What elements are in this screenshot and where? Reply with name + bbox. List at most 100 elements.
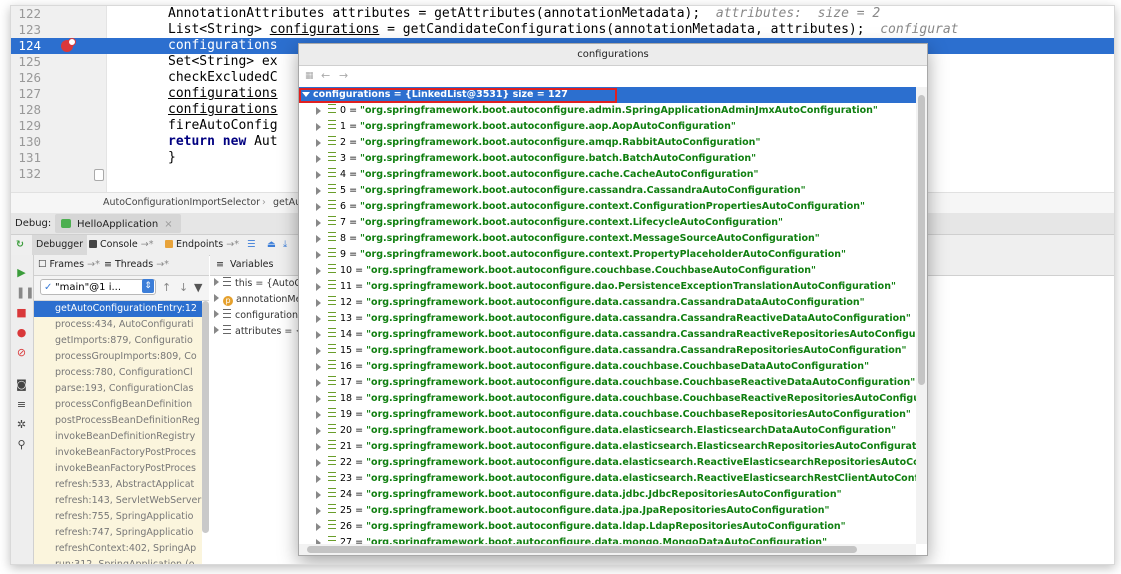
variable-row[interactable]: attributes = { (214, 324, 301, 340)
gear-icon[interactable]: ✲ (16, 419, 27, 430)
variable-row[interactable]: p annotationMe (214, 292, 301, 308)
resume-icon[interactable]: ▶ (16, 267, 27, 278)
expand-icon[interactable] (316, 315, 321, 323)
expand-icon[interactable] (316, 507, 321, 515)
tree-item-row[interactable]: 1 = "org.springframework.boot.autoconfig… (299, 119, 916, 135)
expand-icon[interactable] (316, 283, 321, 291)
stop-icon[interactable]: ■ (16, 307, 27, 318)
expand-icon[interactable] (316, 299, 321, 307)
stack-frame-item[interactable]: parse:193, ConfigurationClas (34, 381, 202, 397)
stack-frame-item[interactable]: process:780, ConfigurationCl (34, 365, 202, 381)
stack-frame-item[interactable]: refresh:143, ServletWebServer (34, 493, 202, 509)
expand-icon[interactable] (316, 171, 321, 179)
tree-item-row[interactable]: 21 = "org.springframework.boot.autoconfi… (299, 439, 916, 455)
expand-icon[interactable] (316, 331, 321, 339)
collapse-icon[interactable] (302, 92, 310, 97)
expand-icon[interactable] (316, 123, 321, 131)
tree-item-row[interactable]: 17 = "org.springframework.boot.autoconfi… (299, 375, 916, 391)
stack-frame-item[interactable]: invokeBeanFactoryPostProces (34, 445, 202, 461)
expand-icon[interactable] (316, 475, 321, 483)
expand-icon[interactable] (316, 139, 321, 147)
expand-icon[interactable] (316, 347, 321, 355)
view-breakpoints-icon[interactable]: ● (16, 327, 27, 338)
tree-item-row[interactable]: 13 = "org.springframework.boot.autoconfi… (299, 311, 916, 327)
tab-hello-application[interactable]: HelloApplication × (55, 214, 181, 233)
stack-frame-item[interactable]: invokeBeanFactoryPostProces (34, 461, 202, 477)
tree-item-row[interactable]: 18 = "org.springframework.boot.autoconfi… (299, 391, 916, 407)
stack-frame-item[interactable]: process:434, AutoConfigurati (34, 317, 202, 333)
tab-console[interactable]: Console →* (89, 235, 153, 255)
stack-frame-item[interactable]: invokeBeanDefinitionRegistry (34, 429, 202, 445)
tree-item-row[interactable]: 2 = "org.springframework.boot.autoconfig… (299, 135, 916, 151)
stack-frame-item[interactable]: processGroupImports:809, Co (34, 349, 202, 365)
tree-item-row[interactable]: 3 = "org.springframework.boot.autoconfig… (299, 151, 916, 167)
tree-item-row[interactable]: 5 = "org.springframework.boot.autoconfig… (299, 183, 916, 199)
thread-select-chevron-icon[interactable]: ⇕ (142, 279, 154, 293)
breadcrumb-class[interactable]: AutoConfigurationImportSelector (103, 193, 260, 213)
stack-frame-item[interactable]: refreshContext:402, SpringAp (34, 541, 202, 557)
stack-frame-item[interactable]: refresh:533, AbstractApplicat (34, 477, 202, 493)
tree-item-row[interactable]: 20 = "org.springframework.boot.autoconfi… (299, 423, 916, 439)
expand-icon[interactable] (214, 294, 219, 302)
tree-item-row[interactable]: 23 = "org.springframework.boot.autoconfi… (299, 471, 916, 487)
stack-frame-item[interactable]: refresh:747, SpringApplicatio (34, 525, 202, 541)
tree-item-row[interactable]: 25 = "org.springframework.boot.autoconfi… (299, 503, 916, 519)
stack-frame-item[interactable]: run:312, SpringApplication (o (34, 557, 202, 564)
tree-item-row[interactable]: 8 = "org.springframework.boot.autoconfig… (299, 231, 916, 247)
arrow-down-icon[interactable]: ↓ (179, 281, 188, 294)
expand-icon[interactable] (316, 459, 321, 467)
layout-icon[interactable]: ☰ (247, 235, 256, 255)
fold-marker-icon[interactable] (94, 169, 104, 181)
popup-horizontal-scrollbar[interactable] (299, 544, 916, 555)
tab-debugger[interactable]: Debugger (32, 235, 88, 255)
tree-item-row[interactable]: 14 = "org.springframework.boot.autoconfi… (299, 327, 916, 343)
tree-item-row[interactable]: 19 = "org.springframework.boot.autoconfi… (299, 407, 916, 423)
expand-icon[interactable] (316, 235, 321, 243)
show-execution-point-icon[interactable]: ⏏ (267, 235, 276, 255)
rerun-icon[interactable]: ↻ (16, 235, 24, 255)
tab-threads[interactable]: ≡ Threads →* (104, 255, 169, 275)
arrow-up-icon[interactable]: ↑ (162, 281, 171, 294)
thread-select[interactable]: "main"@1 i... (40, 279, 156, 296)
expand-icon[interactable] (316, 427, 321, 435)
tree-item-row[interactable]: 15 = "org.springframework.boot.autoconfi… (299, 343, 916, 359)
breakpoint-icon[interactable] (61, 38, 76, 52)
forward-arrow-icon[interactable]: → (339, 66, 348, 86)
popup-menu-icon[interactable]: ▦ (305, 66, 314, 86)
expand-icon[interactable] (316, 411, 321, 419)
tree-item-row[interactable]: 11 = "org.springframework.boot.autoconfi… (299, 279, 916, 295)
tree-item-row[interactable]: 7 = "org.springframework.boot.autoconfig… (299, 215, 916, 231)
expand-icon[interactable] (316, 187, 321, 195)
expand-icon[interactable] (316, 203, 321, 211)
mute-breakpoints-icon[interactable]: ⊘ (16, 347, 27, 358)
frames-scrollbar[interactable] (202, 301, 209, 533)
step-over-icon[interactable]: ⤓ (283, 235, 287, 255)
expand-icon[interactable] (316, 251, 321, 259)
stack-frame-item[interactable]: getAutoConfigurationEntry:12 (34, 301, 202, 317)
tab-endpoints[interactable]: Endpoints →* (165, 235, 239, 255)
expand-icon[interactable] (214, 326, 219, 334)
settings-list-icon[interactable]: ≡ (16, 399, 27, 410)
pause-icon[interactable]: ❚❚ (16, 287, 34, 298)
tree-item-row[interactable]: 26 = "org.springframework.boot.autoconfi… (299, 519, 916, 535)
expand-icon[interactable] (316, 379, 321, 387)
tree-item-row[interactable]: 6 = "org.springframework.boot.autoconfig… (299, 199, 916, 215)
popup-vertical-scrollbar[interactable] (916, 87, 927, 544)
tree-root-row[interactable]: configurations = {LinkedList@3531} size … (299, 87, 916, 103)
tree-item-row[interactable]: 12 = "org.springframework.boot.autoconfi… (299, 295, 916, 311)
expand-icon[interactable] (316, 491, 321, 499)
expand-icon[interactable] (316, 395, 321, 403)
tree-item-row[interactable]: 16 = "org.springframework.boot.autoconfi… (299, 359, 916, 375)
tree-item-row[interactable]: 27 = "org.springframework.boot.autoconfi… (299, 535, 916, 544)
camera-icon[interactable]: ◙ (16, 379, 27, 390)
variable-row[interactable]: this = {AutoC (214, 276, 301, 292)
tree-item-row[interactable]: 10 = "org.springframework.boot.autoconfi… (299, 263, 916, 279)
stack-frame-item[interactable]: processConfigBeanDefinition (34, 397, 202, 413)
pin-icon[interactable]: ⚲ (16, 439, 27, 450)
tree-item-row[interactable]: 0 = "org.springframework.boot.autoconfig… (299, 103, 916, 119)
expand-icon[interactable] (316, 363, 321, 371)
tree-item-row[interactable]: 9 = "org.springframework.boot.autoconfig… (299, 247, 916, 263)
tab-frames[interactable]: ☐ Frames →* (38, 255, 100, 275)
scrollbar-thumb[interactable] (918, 95, 925, 385)
expand-icon[interactable] (316, 155, 321, 163)
